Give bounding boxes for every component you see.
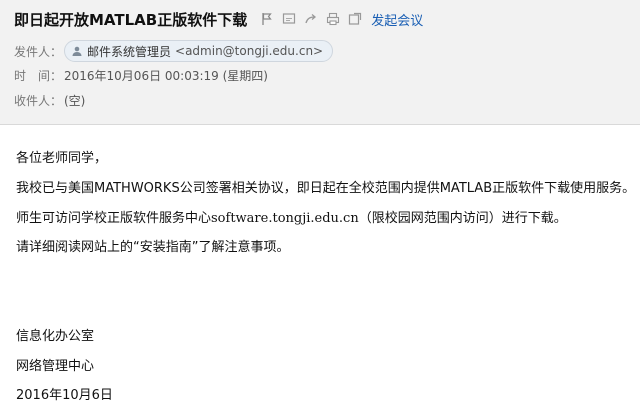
flag-icon[interactable] bbox=[259, 11, 275, 27]
sender-name: 邮件系统管理员 bbox=[87, 44, 172, 59]
from-label: 发件人： bbox=[14, 44, 63, 59]
software-site-link[interactable]: software.tongji.edu.cn bbox=[211, 211, 359, 226]
time-value: 2016年10月06日 00:03:19 (星期四) bbox=[64, 69, 268, 83]
to-row: 收件人： (空) bbox=[14, 92, 85, 109]
sender-chip[interactable]: 邮件系统管理员 <admin@tongji.edu.cn> bbox=[64, 40, 334, 62]
new-window-icon[interactable] bbox=[347, 11, 363, 27]
subject-row: 即日起开放MATLAB正版软件下载 发起会议 bbox=[14, 8, 423, 30]
start-meeting-link[interactable]: 发起会议 bbox=[371, 10, 423, 29]
mail-subject: 即日起开放MATLAB正版软件下载 bbox=[14, 10, 248, 29]
signature-date: 2016年10月6日 bbox=[16, 388, 113, 403]
body-paragraph-2-end: （限校园网范围内访问）进行下载。 bbox=[358, 211, 567, 226]
body-paragraph-3: 请详细阅读网站上的“安装指南”了解注意事项。 bbox=[16, 240, 290, 255]
person-icon bbox=[71, 45, 83, 57]
signature-center: 网络管理中心 bbox=[16, 359, 95, 374]
body-paragraph-2-start: 师生可访问学校正版软件服务中心 bbox=[16, 211, 212, 226]
from-row: 发件人： 邮件系统管理员 <admin@tongji.edu.cn> bbox=[14, 40, 334, 62]
body-paragraph-1: 我校已与美国MATHWORKS公司签署相关协议，即日起在全校范围内提供MATLA… bbox=[16, 181, 636, 196]
print-icon[interactable] bbox=[325, 11, 341, 27]
time-row: 时 间： 2016年10月06日 00:03:19 (星期四) bbox=[14, 67, 268, 84]
mail-toolbar: 发起会议 bbox=[259, 10, 423, 29]
to-label: 收件人： bbox=[14, 94, 63, 108]
reply-icon[interactable] bbox=[281, 11, 297, 27]
time-label: 时 间： bbox=[14, 69, 63, 83]
to-value: (空) bbox=[64, 94, 86, 108]
forward-icon[interactable] bbox=[303, 11, 319, 27]
mail-header: 即日起开放MATLAB正版软件下载 发起会议 发件人： 邮件系统管理员 <adm… bbox=[0, 0, 640, 125]
sender-address: <admin@tongji.edu.cn> bbox=[175, 44, 324, 58]
signature-department: 信息化办公室 bbox=[16, 329, 95, 344]
body-greeting: 各位老师同学， bbox=[16, 151, 108, 166]
body-paragraph-2: 师生可访问学校正版软件服务中心software.tongji.edu.cn（限校… bbox=[16, 207, 567, 226]
